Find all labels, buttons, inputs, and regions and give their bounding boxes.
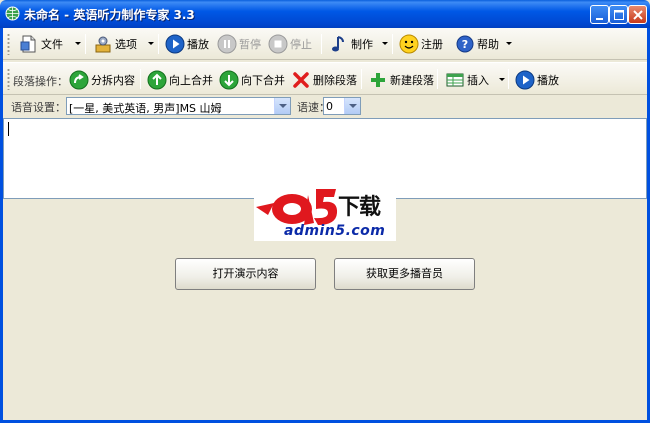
register-label: 注册 [421, 38, 443, 51]
close-button[interactable] [628, 5, 647, 24]
pause-label: 暂停 [239, 38, 261, 51]
stop-label: 停止 [290, 38, 312, 51]
split-arrow-icon [69, 70, 89, 90]
voice-select-value: [一星, 美式英语, 男声]MS 山姆 [69, 102, 222, 115]
toolbar-separator [158, 34, 159, 54]
maximize-icon [614, 10, 624, 20]
delete-paragraph-label: 删除段落 [313, 74, 357, 87]
toolbar-separator [392, 34, 393, 54]
app-globe-icon [5, 6, 20, 21]
play-label: 播放 [187, 38, 209, 51]
make-dropdown-arrow[interactable] [382, 42, 388, 45]
play-button[interactable]: 播放 [165, 32, 209, 56]
pause-button[interactable]: 暂停 [217, 32, 261, 56]
toolbar-separator [85, 34, 86, 54]
toolbar-separator [437, 69, 438, 89]
help-dropdown-arrow[interactable] [506, 42, 512, 45]
toolbar-grip[interactable] [7, 33, 10, 55]
options-button[interactable]: 选项 [93, 32, 137, 56]
split-content-label: 分拆内容 [91, 74, 135, 87]
help-icon: ? [456, 35, 474, 53]
toolbar-separator [140, 69, 141, 89]
options-label: 选项 [115, 38, 137, 51]
merge-down-label: 向下合并 [241, 74, 285, 87]
register-button[interactable]: 注册 [399, 32, 443, 56]
insert-table-icon [446, 73, 464, 87]
options-tools-icon [95, 36, 111, 53]
arrow-up-icon [147, 70, 167, 90]
delete-paragraph-button[interactable]: 删除段落 [291, 68, 357, 92]
chevron-down-icon[interactable] [274, 98, 290, 114]
toolbar-separator [508, 69, 509, 89]
get-more-voices-button[interactable]: 获取更多播音员 [334, 258, 475, 290]
file-label: 文件 [41, 38, 63, 51]
document-icon [20, 35, 36, 53]
make-button[interactable]: 制作 [329, 32, 373, 56]
delete-x-icon [293, 72, 309, 88]
merge-down-button[interactable]: 向下合并 [219, 68, 285, 92]
paragraph-play-label: 播放 [537, 74, 559, 87]
main-toolbar: 文件 选项 播放 暂停 停止 制作 注册 ? 帮助 [3, 28, 647, 60]
speed-select-value: 0 [326, 100, 333, 113]
voice-settings-label: 语音设置： [11, 101, 66, 114]
window-title: 未命名 - 英语听力制作专家 3.3 [24, 8, 195, 22]
file-dropdown-arrow[interactable] [75, 42, 81, 45]
insert-label: 插入 [467, 74, 489, 87]
make-label: 制作 [351, 38, 373, 51]
music-note-icon [332, 36, 344, 52]
pause-icon [217, 34, 237, 54]
new-paragraph-button[interactable]: 新建段落 [368, 68, 434, 92]
minimize-icon [596, 18, 603, 20]
speed-select[interactable]: 0 [323, 97, 361, 115]
site-text: admin5.com [284, 223, 386, 239]
play-icon [165, 34, 185, 54]
paragraph-play-button[interactable]: 播放 [515, 68, 559, 92]
play-icon [515, 70, 535, 90]
merge-up-button[interactable]: 向上合并 [147, 68, 213, 92]
options-dropdown-arrow[interactable] [148, 42, 154, 45]
toolbar-separator [321, 34, 322, 54]
text-caret [8, 122, 9, 136]
toolbar-separator [361, 69, 362, 89]
merge-up-label: 向上合并 [169, 74, 213, 87]
stop-icon [268, 34, 288, 54]
plus-icon [371, 73, 385, 87]
smiley-icon [399, 34, 419, 54]
watermark-logo: 下载 admin5.com [254, 185, 396, 241]
title-bar[interactable]: 未命名 - 英语听力制作专家 3.3 [0, 0, 650, 28]
close-icon [633, 10, 643, 20]
stop-button[interactable]: 停止 [268, 32, 312, 56]
svg-text:?: ? [462, 38, 468, 51]
chevron-down-icon[interactable] [344, 98, 360, 114]
paragraph-toolbar: 段落操作： 分拆内容 向上合并 向下合并 删除段落 新建段落 插入 播放 [3, 62, 647, 95]
split-content-button[interactable]: 分拆内容 [69, 68, 135, 92]
minimize-button[interactable] [590, 5, 609, 24]
open-demo-button[interactable]: 打开演示内容 [175, 258, 316, 290]
help-button[interactable]: ? 帮助 [455, 32, 499, 56]
file-button[interactable]: 文件 [19, 32, 63, 56]
toolbar-grip[interactable] [7, 68, 10, 90]
voice-select[interactable]: [一星, 美式英语, 男声]MS 山姆 [66, 97, 291, 115]
help-label: 帮助 [477, 38, 499, 51]
maximize-button[interactable] [609, 5, 628, 24]
insert-dropdown-arrow[interactable] [499, 78, 505, 81]
voice-settings-bar: 语音设置： [一星, 美式英语, 男声]MS 山姆 语速： 0 [3, 96, 647, 118]
download-text: 下载 [338, 195, 381, 220]
arrow-down-icon [219, 70, 239, 90]
new-paragraph-label: 新建段落 [390, 74, 434, 87]
paragraph-ops-label: 段落操作： [13, 75, 68, 88]
insert-button[interactable]: 插入 [445, 68, 489, 92]
